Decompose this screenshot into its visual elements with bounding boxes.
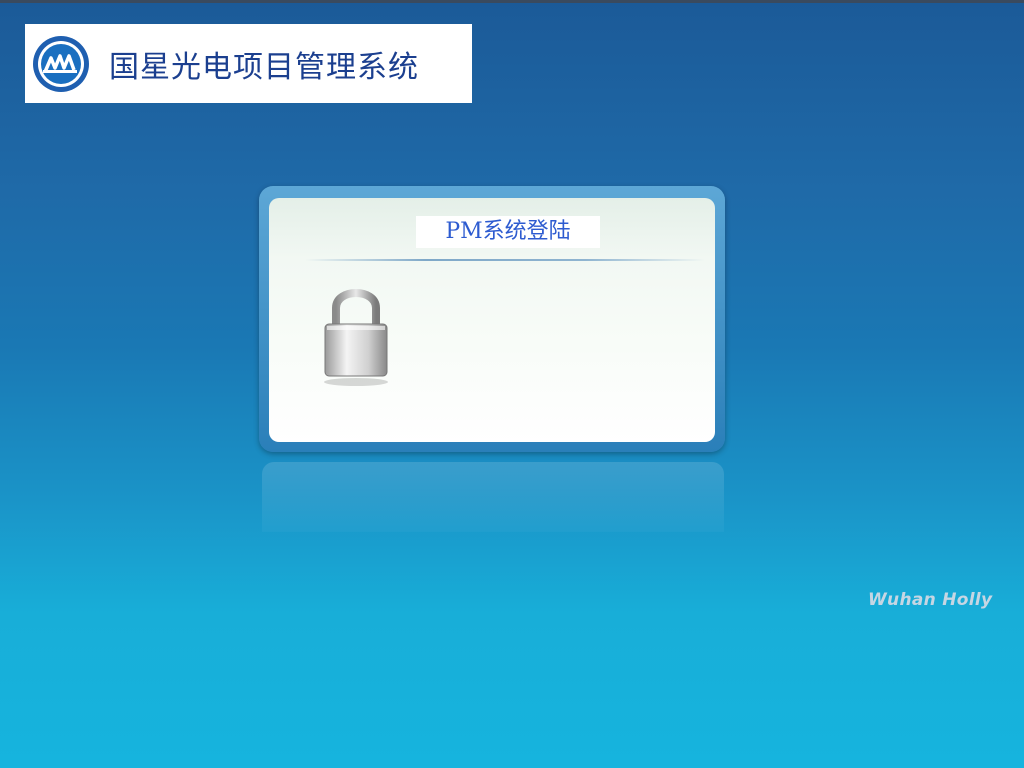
padlock-icon (324, 289, 388, 386)
system-title: 国星光电项目管理系统 (109, 49, 419, 85)
login-card-title: PM系统登陆 (416, 216, 600, 248)
login-card-body: PM系统登陆 (269, 198, 715, 442)
card-reflection (262, 462, 724, 532)
login-card: PM系统登陆 (259, 186, 725, 452)
top-border (0, 0, 1024, 3)
header-logo-bar: 国星光电项目管理系统 (25, 24, 472, 103)
card-divider (305, 259, 705, 261)
brand-text: Wuhan Holly (868, 590, 993, 610)
company-logo-icon (33, 35, 89, 92)
